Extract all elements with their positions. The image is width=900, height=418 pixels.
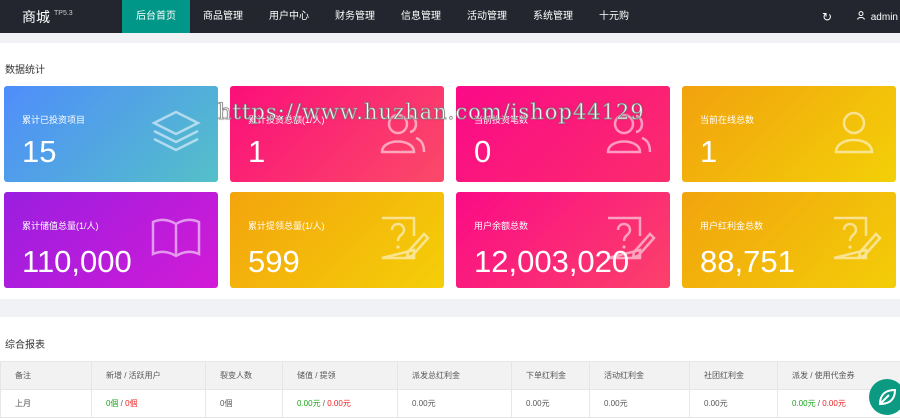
report-panel: 综合报表 备注 新增 / 活跃用户 裂变人数 储值 / 提领 派发总红利金 下单… (0, 317, 900, 418)
nav-item-activity[interactable]: 活动管理 (454, 0, 520, 33)
brand-version: TP5.3 (54, 10, 73, 17)
report-title: 综合报表 (5, 340, 45, 351)
question-note-icon (833, 216, 882, 260)
stat-card-user-bonus[interactable]: 用户红利金总数 88,751 (682, 192, 896, 288)
column-header: 下单红利金 (511, 361, 590, 390)
user-icon (857, 10, 865, 20)
cell-users-new: 0個 (106, 399, 119, 408)
floating-action-button[interactable] (869, 379, 900, 415)
stat-card-label: 累计已投资项目 (22, 115, 86, 125)
cell-total-bonus: 0.00元 (397, 389, 512, 418)
cell-deposit: 0.00元 (297, 399, 321, 408)
top-navbar: 商城 TP5.3 后台首页 商品管理 用户中心 财务管理 信息管理 活动管理 系统… (0, 0, 900, 33)
leaf-icon (878, 388, 897, 406)
nav-item-users[interactable]: 用户中心 (256, 0, 322, 33)
book-icon (151, 218, 201, 258)
brand-logo[interactable]: 商城 TP5.3 (22, 7, 73, 27)
top-right-tools: ↻ admin (817, 0, 900, 33)
question-note-icon (381, 216, 430, 260)
column-header: 新增 / 活跃用户 (91, 361, 206, 390)
cell-order-bonus: 0.00元 (511, 389, 590, 418)
table-header-row: 备注 新增 / 活跃用户 裂变人数 储值 / 提领 派发总红利金 下单红利金 活… (0, 361, 900, 390)
brand-name: 商城 (22, 9, 50, 25)
nav-item-system[interactable]: 系统管理 (520, 0, 586, 33)
stat-card-total-deposit[interactable]: 累计储值总量(1/人) 110,000 (4, 192, 218, 288)
question-note-icon (607, 216, 656, 260)
stat-card-label: 累计储值总量(1/人) (22, 221, 99, 231)
stat-card-value: 599 (248, 244, 300, 279)
column-header: 活动红利金 (589, 361, 690, 390)
nav-item-ten-yuan[interactable]: 十元购 (586, 0, 642, 33)
stat-card-invested-projects[interactable]: 累计已投资项目 15 (4, 86, 218, 182)
stat-card-label: 累计提领总量(1/人) (248, 221, 325, 231)
stat-card-value: 88,751 (700, 244, 795, 279)
cell-activity-bonus: 0.00元 (589, 389, 690, 418)
layers-icon (151, 110, 201, 152)
stat-card-total-withdrawal[interactable]: 累计提领总量(1/人) 599 (230, 192, 444, 288)
cell-deposit-withdraw: 0.00元 / 0.00元 (282, 389, 398, 418)
stat-card-user-balance[interactable]: 用户余额总数 12,003,020 (456, 192, 670, 288)
user-icon (834, 111, 874, 154)
column-header: 备注 (0, 361, 92, 390)
cell-users-active: 0個 (125, 399, 138, 408)
user-name: admin (870, 11, 898, 23)
column-header: 派发总红利金 (397, 361, 512, 390)
cell-voucher-used: 0.00元 (822, 399, 846, 408)
table-row: 上月 0個 / 0個 0個 0.00元 / 0.00元 0.00元 0.00元 … (0, 389, 900, 418)
column-header: 储值 / 提领 (282, 361, 398, 390)
report-table: 备注 新增 / 活跃用户 裂变人数 储值 / 提领 派发总红利金 下单红利金 活… (0, 361, 900, 418)
stat-card-value: 110,000 (22, 244, 132, 279)
stat-card-value: 1 (700, 134, 718, 169)
cell-note: 上月 (0, 389, 92, 418)
cell-voucher-issued: 0.00元 (792, 399, 816, 408)
main-nav: 后台首页 商品管理 用户中心 财务管理 信息管理 活动管理 系统管理 十元购 (122, 0, 642, 33)
column-header: 社团红利金 (689, 361, 778, 390)
nav-item-products[interactable]: 商品管理 (190, 0, 256, 33)
stat-card-value: 1 (248, 134, 266, 169)
stats-title: 数据统计 (5, 65, 45, 76)
column-header: 裂变人数 (205, 361, 283, 390)
stat-card-label: 当前在线总数 (700, 115, 755, 125)
stat-card-online-users[interactable]: 当前在线总数 1 (682, 86, 896, 182)
stat-card-label: 用户红利金总数 (700, 221, 764, 231)
cell-fission: 0個 (205, 389, 283, 418)
watermark-text: https://www.huzhan.com/ishop44129 (218, 100, 645, 125)
stat-card-label: 用户余额总数 (474, 221, 529, 231)
cell-users: 0個 / 0個 (91, 389, 206, 418)
nav-item-home[interactable]: 后台首页 (122, 0, 190, 33)
user-menu[interactable]: admin (857, 10, 900, 23)
stat-card-value: 15 (22, 134, 57, 169)
cell-club-bonus: 0.00元 (689, 389, 778, 418)
nav-item-info[interactable]: 信息管理 (388, 0, 454, 33)
nav-item-finance[interactable]: 财务管理 (322, 0, 388, 33)
stat-card-value: 0 (474, 134, 492, 169)
refresh-icon[interactable]: ↻ (817, 10, 837, 24)
cell-withdraw: 0.00元 (327, 399, 351, 408)
